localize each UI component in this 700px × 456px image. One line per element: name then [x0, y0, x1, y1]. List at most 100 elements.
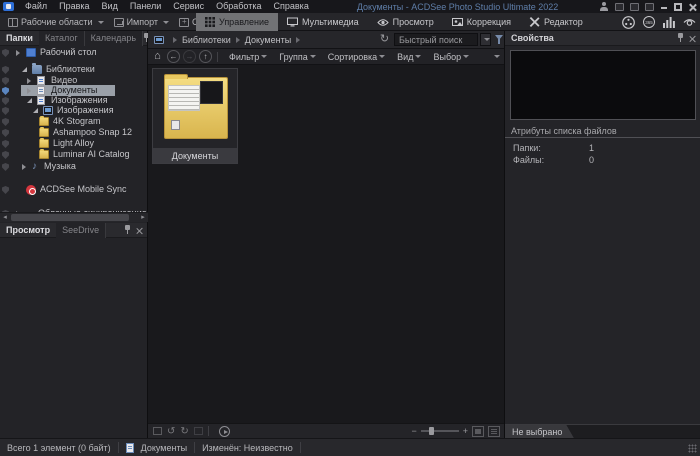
- pin-icon[interactable]: [124, 225, 131, 235]
- sort-dropdown[interactable]: Сортировка: [322, 52, 391, 62]
- menu-process[interactable]: Обработка: [210, 0, 267, 13]
- expand-arrow-icon[interactable]: [22, 164, 26, 170]
- scrollbar-thumb[interactable]: [11, 214, 129, 221]
- tab-seedrive[interactable]: SeeDrive: [56, 222, 107, 238]
- tab-catalog[interactable]: Каталог: [38, 30, 85, 46]
- zoom-slider-thumb[interactable]: [428, 427, 434, 435]
- menu-file[interactable]: Файл: [19, 0, 53, 13]
- scroll-left-icon[interactable]: ◂: [0, 213, 10, 223]
- folder-tile-documents[interactable]: Документы: [152, 68, 238, 164]
- tree-item-mobile-sync[interactable]: ACDSee Mobile Sync: [0, 184, 147, 195]
- close-button[interactable]: [688, 3, 696, 11]
- menu-help[interactable]: Справка: [268, 0, 315, 13]
- app-logo-icon: [3, 2, 14, 11]
- account-icon[interactable]: [599, 1, 609, 12]
- tree-item-ashampoo[interactable]: Ashampoo Snap 12: [0, 127, 147, 138]
- collapse-arrow-icon[interactable]: [33, 108, 38, 113]
- tab-not-selected[interactable]: Не выбрано: [505, 425, 574, 439]
- tab-develop[interactable]: Коррекция: [443, 13, 520, 31]
- search-dropdown-button[interactable]: [480, 33, 491, 46]
- tab-manage[interactable]: Управление: [196, 13, 279, 31]
- view-dropdown[interactable]: Вид: [391, 52, 427, 62]
- easy-select-icon[interactable]: [2, 140, 9, 148]
- forward-icon[interactable]: →: [183, 50, 196, 63]
- panel-toggle-2-icon[interactable]: [630, 2, 639, 11]
- menu-service[interactable]: Сервис: [167, 0, 210, 13]
- panel-toggle-1-icon[interactable]: [615, 2, 624, 11]
- resize-grip[interactable]: [688, 444, 697, 453]
- edit-image-icon[interactable]: [153, 427, 162, 435]
- menu-edit[interactable]: Правка: [53, 0, 95, 13]
- tree-item-4k-stogram[interactable]: 4K Stogram: [0, 116, 147, 127]
- workspaces-button[interactable]: Рабочие области: [3, 13, 109, 31]
- filter-dropdown[interactable]: Фильтр: [223, 52, 273, 62]
- close-panel-icon[interactable]: [136, 227, 143, 234]
- easy-select-icon[interactable]: [2, 163, 9, 171]
- expand-arrow-icon[interactable]: [27, 88, 31, 94]
- sync-eye-icon[interactable]: [683, 17, 696, 28]
- panel-toggle-3-icon[interactable]: [645, 2, 654, 11]
- tree-item-music[interactable]: ♪ Музыка: [0, 161, 147, 172]
- easy-select-icon[interactable]: [2, 107, 9, 115]
- tab-editor[interactable]: Редактор: [520, 13, 592, 31]
- tree-item-luminar[interactable]: Luminar AI Catalog: [0, 149, 147, 160]
- maximize-button[interactable]: [674, 2, 682, 11]
- easy-select-icon[interactable]: [2, 129, 9, 137]
- delete-icon[interactable]: [193, 427, 203, 435]
- close-panel-icon[interactable]: [689, 35, 696, 42]
- refresh-icon[interactable]: ↻: [378, 33, 391, 46]
- menu-view[interactable]: Вид: [96, 0, 124, 13]
- tab-preview[interactable]: Просмотр: [0, 223, 56, 238]
- film-reel-icon[interactable]: [622, 15, 635, 29]
- back-icon[interactable]: ←: [167, 50, 180, 63]
- expand-arrow-icon[interactable]: [27, 78, 31, 84]
- filter-funnel-icon[interactable]: [495, 35, 503, 44]
- details-view-icon[interactable]: [488, 425, 500, 437]
- zoom-in-icon[interactable]: +: [463, 426, 468, 436]
- rotate-right-icon[interactable]: ↻: [180, 424, 188, 439]
- easy-select-icon[interactable]: [2, 118, 9, 126]
- easy-select-icon[interactable]: [2, 66, 9, 74]
- tab-folders[interactable]: Папки: [0, 31, 39, 46]
- group-dropdown[interactable]: Группа: [273, 52, 322, 62]
- tree-item-desktop[interactable]: Рабочий стол: [0, 47, 147, 58]
- editor-tools-icon: [529, 17, 540, 27]
- easy-select-icon[interactable]: [2, 186, 9, 194]
- files-area[interactable]: Документы: [148, 65, 504, 423]
- slideshow-icon[interactable]: [218, 425, 230, 437]
- scroll-right-icon[interactable]: ▸: [138, 213, 148, 223]
- computer-icon[interactable]: [154, 35, 164, 44]
- breadcrumb-libraries[interactable]: Библиотеки: [182, 35, 231, 45]
- thumbnail-view-icon[interactable]: [472, 425, 484, 437]
- up-icon[interactable]: ↑: [199, 50, 212, 63]
- select-dropdown[interactable]: Выбор: [427, 52, 475, 62]
- toolbar-more-icon[interactable]: [494, 55, 500, 58]
- easy-select-icon[interactable]: [2, 97, 9, 105]
- expand-arrow-icon[interactable]: [16, 50, 20, 56]
- collapse-arrow-icon[interactable]: [22, 67, 27, 72]
- dashboard-bars-icon[interactable]: [663, 16, 675, 28]
- easy-select-icon[interactable]: [2, 49, 9, 57]
- tab-view[interactable]: Просмотр: [368, 13, 443, 31]
- zoom-slider[interactable]: [420, 427, 459, 435]
- tree-item-light-alloy[interactable]: Light Alloy: [0, 138, 147, 149]
- minimize-button[interactable]: [660, 3, 668, 11]
- acdsee-365-icon[interactable]: 365: [643, 16, 655, 28]
- tree-horizontal-scrollbar[interactable]: ◂ ▸: [0, 212, 148, 222]
- breadcrumb-documents[interactable]: Документы: [245, 35, 291, 45]
- easy-select-icon[interactable]: [2, 77, 9, 85]
- menu-panels[interactable]: Панели: [124, 0, 167, 13]
- tree-item-libraries[interactable]: Библиотеки: [0, 63, 147, 75]
- collapse-arrow-icon[interactable]: [27, 98, 32, 103]
- tab-calendar[interactable]: Календарь: [84, 30, 144, 46]
- pin-icon[interactable]: [677, 33, 684, 43]
- easy-select-icon[interactable]: [2, 151, 9, 159]
- import-button[interactable]: Импорт: [109, 13, 174, 31]
- easy-select-icon[interactable]: [2, 87, 9, 95]
- rotate-left-icon[interactable]: ↺: [167, 424, 175, 439]
- home-icon[interactable]: ⌂: [151, 50, 164, 63]
- zoom-out-icon[interactable]: −: [411, 426, 416, 436]
- tab-media[interactable]: Мультимедиа: [278, 13, 368, 31]
- tree-item-images-folder[interactable]: Изображения: [0, 105, 147, 116]
- search-input[interactable]: [394, 33, 478, 46]
